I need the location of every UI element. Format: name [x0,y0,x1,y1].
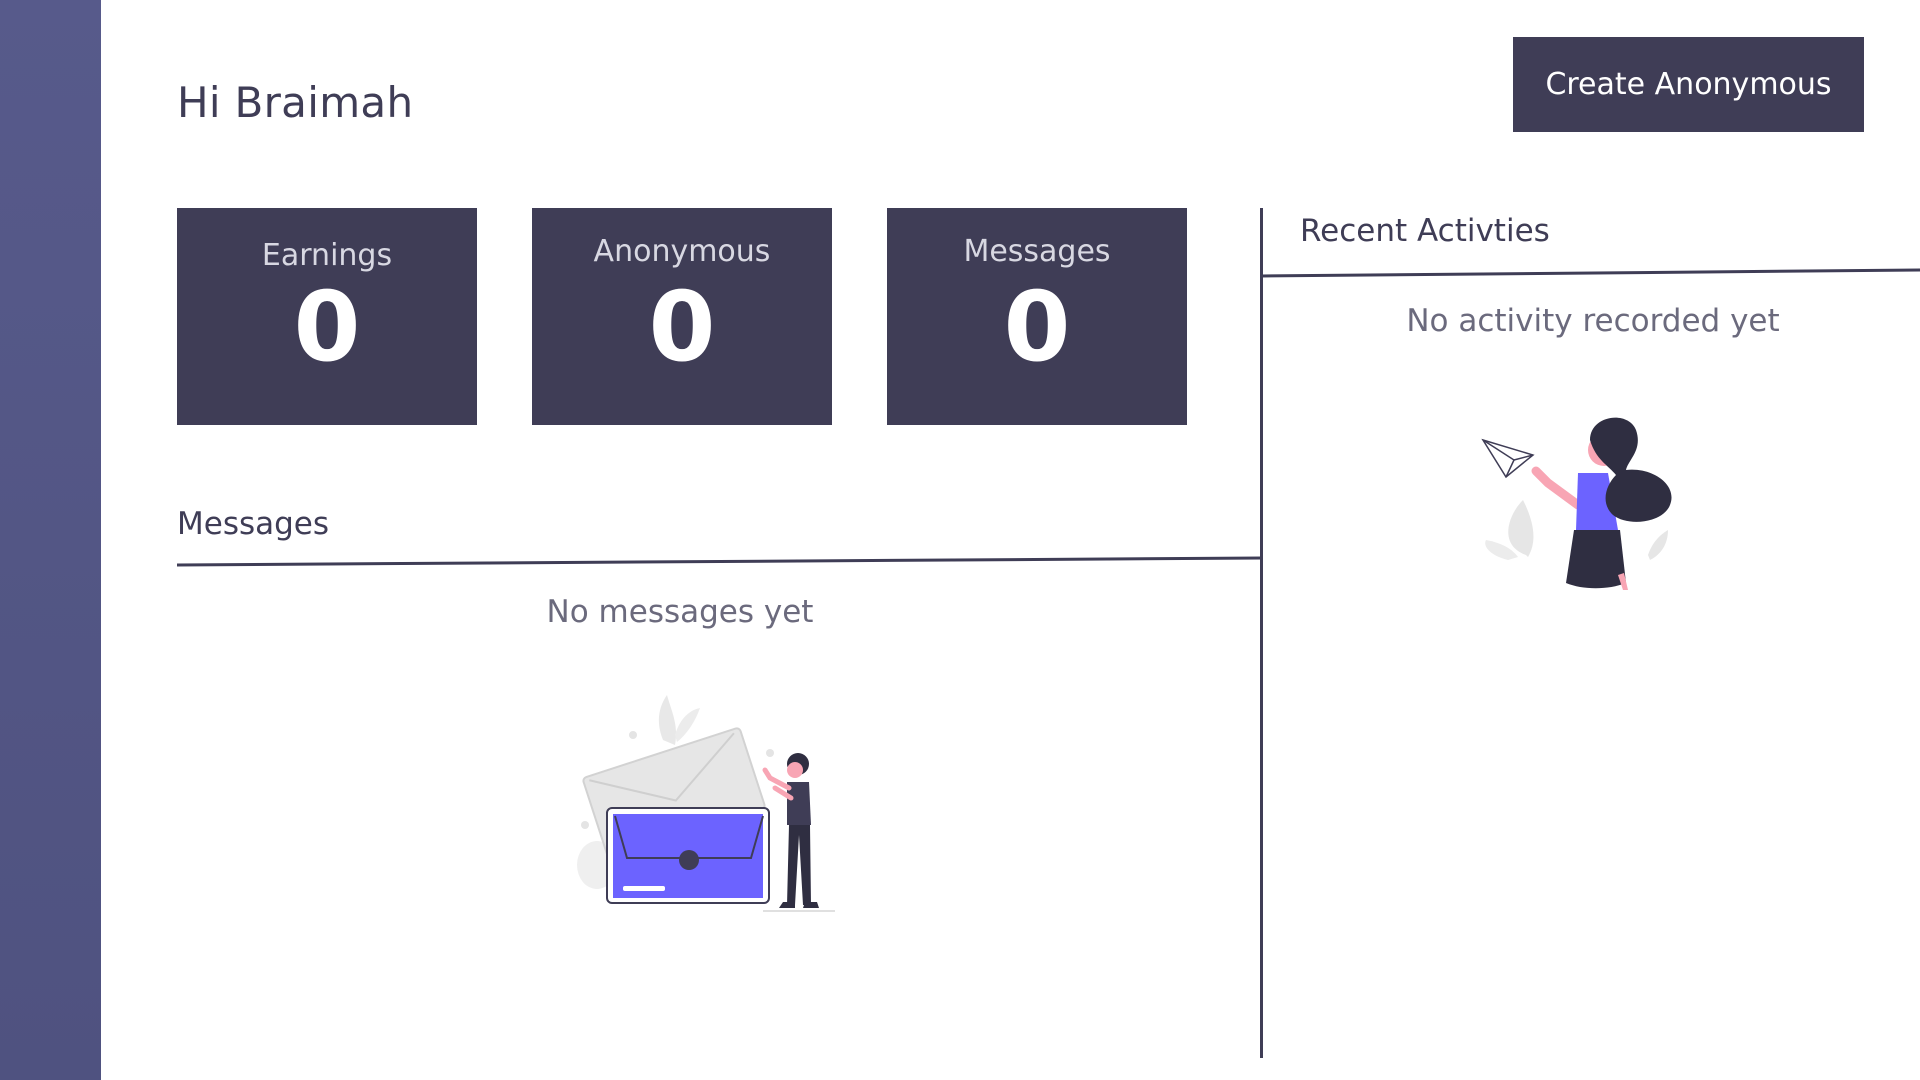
messages-section-title: Messages [177,506,330,542]
stat-value: 0 [293,271,361,383]
activity-section-title: Recent Activties [1300,213,1550,249]
messages-empty-text: No messages yet [546,594,814,630]
section-divider [1260,208,1263,1058]
greeting-title: Hi Braimah [177,78,414,127]
stat-card-messages: Messages 0 [887,208,1187,425]
activity-empty-text: No activity recorded yet [1406,303,1780,339]
stat-value: 0 [1003,271,1071,383]
stat-card-earnings: Earnings 0 [177,208,477,425]
paper-plane-woman-illustration [1481,417,1672,590]
activity-divider [1262,268,1920,278]
messages-divider [177,556,1264,567]
stat-label: Anonymous [593,234,771,269]
sidebar [0,0,101,1080]
stat-card-anonymous: Anonymous 0 [532,208,832,425]
empty-mailbox-illustration [577,695,835,912]
stat-label: Earnings [261,238,393,273]
stat-label: Messages [963,234,1111,269]
create-anonymous-button[interactable]: Create Anonymous [1513,37,1864,132]
stat-value: 0 [648,271,716,383]
